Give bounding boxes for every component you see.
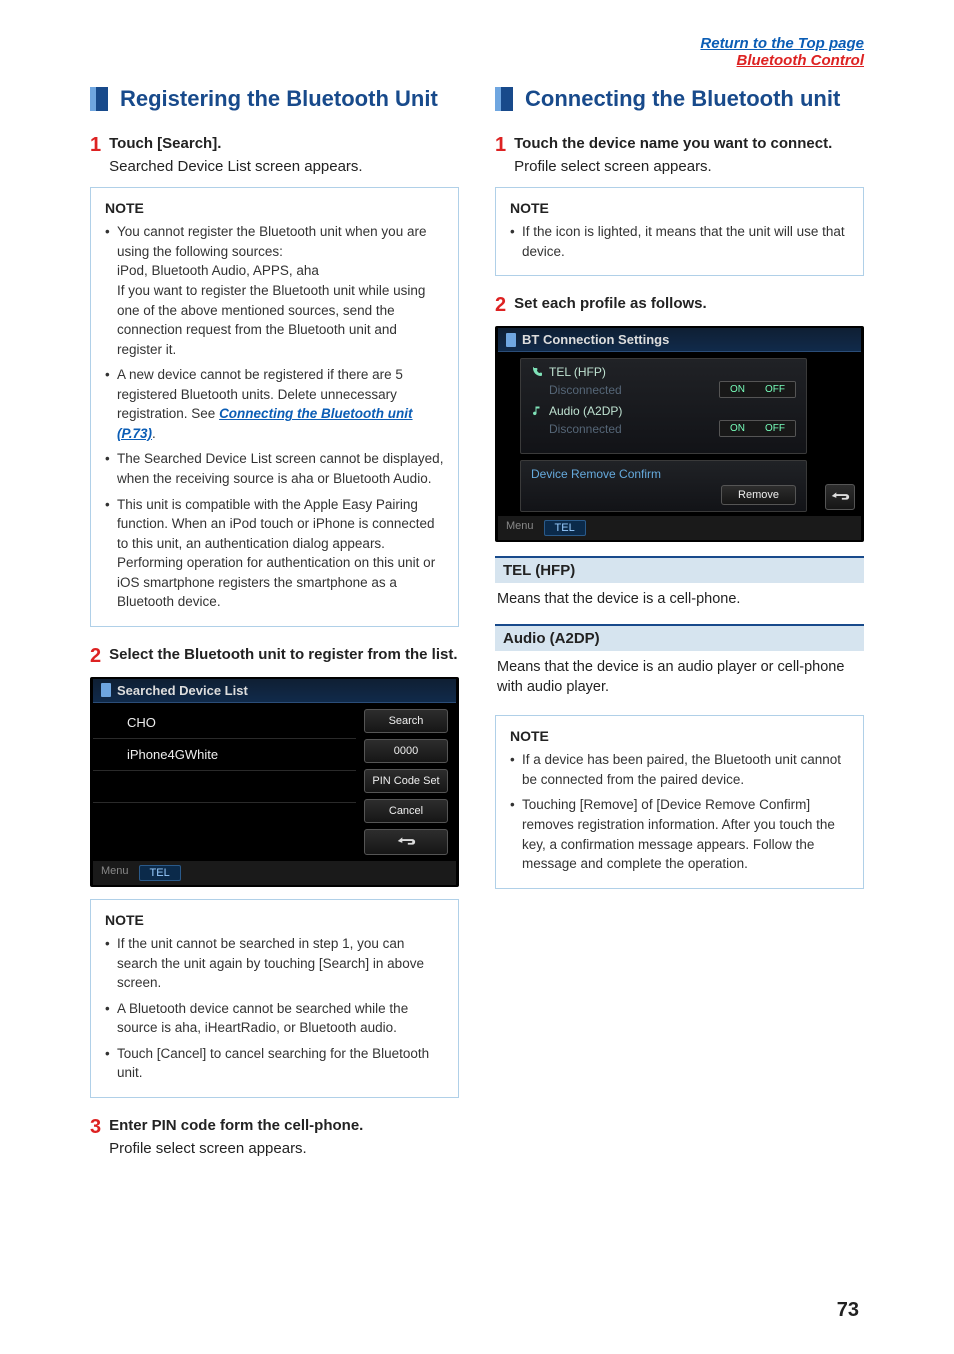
profile-panel: TEL (HFP) Disconnected ONOFF Audio (A2DP… bbox=[520, 358, 807, 454]
note-item: The Searched Device List screen cannot b… bbox=[105, 449, 444, 488]
audio-a2dp-header: Audio (A2DP) bbox=[495, 624, 864, 651]
pin-display: 0000 bbox=[364, 739, 448, 763]
device-row[interactable]: iPhone4GWhite bbox=[93, 739, 356, 771]
audio-profile-label: Audio (A2DP) bbox=[549, 404, 622, 418]
music-note-icon bbox=[531, 405, 543, 417]
note-title: NOTE bbox=[105, 200, 444, 216]
ui-title-bar: Searched Device List bbox=[93, 679, 456, 703]
audio-toggle[interactable]: ONOFF bbox=[719, 420, 796, 437]
remove-panel: Device Remove Confirm Remove bbox=[520, 460, 807, 512]
note-item: Touch [Cancel] to cancel searching for t… bbox=[105, 1044, 444, 1083]
search-button[interactable]: Search bbox=[364, 709, 448, 733]
step-number: 3 bbox=[90, 1116, 101, 1157]
device-remove-label: Device Remove Confirm bbox=[531, 467, 661, 481]
right-step-1: 1 Touch the device name you want to conn… bbox=[495, 134, 864, 175]
right-step-2: 2 Set each profile as follows. bbox=[495, 294, 864, 316]
breadcrumb[interactable]: Bluetooth Control bbox=[737, 52, 864, 69]
step-title: Enter PIN code form the cell-phone. bbox=[109, 1116, 459, 1136]
left-step-2: 2 Select the Bluetooth unit to register … bbox=[90, 645, 459, 667]
tel-toggle[interactable]: ONOFF bbox=[719, 381, 796, 398]
step-number: 2 bbox=[495, 294, 506, 316]
back-button[interactable] bbox=[825, 484, 855, 510]
searched-device-list-screenshot: Searched Device List CHO iPhone4GWhite S… bbox=[90, 677, 459, 887]
left-column: Registering the Bluetooth Unit 1 Touch [… bbox=[90, 86, 459, 1161]
left-step-3: 3 Enter PIN code form the cell-phone. Pr… bbox=[90, 1116, 459, 1157]
device-row[interactable] bbox=[93, 803, 356, 834]
audio-status: Disconnected bbox=[549, 422, 622, 436]
left-note-2: NOTE If the unit cannot be searched in s… bbox=[90, 899, 459, 1098]
note-title: NOTE bbox=[510, 200, 849, 216]
ui-title-bar: BT Connection Settings bbox=[498, 328, 861, 352]
section-title: Connecting the Bluetooth unit bbox=[525, 86, 840, 112]
page-number: 73 bbox=[837, 1299, 859, 1322]
tel-hfp-desc: Means that the device is a cell-phone. bbox=[495, 583, 864, 609]
note-item: You cannot register the Bluetooth unit w… bbox=[105, 222, 444, 359]
phone-icon bbox=[531, 366, 543, 378]
step-title: Touch the device name you want to connec… bbox=[514, 134, 864, 154]
section-header-registering: Registering the Bluetooth Unit bbox=[90, 86, 459, 112]
step-title: Select the Bluetooth unit to register fr… bbox=[109, 645, 459, 665]
left-step-1: 1 Touch [Search]. Searched Device List s… bbox=[90, 134, 459, 175]
note-item: A new device cannot be registered if the… bbox=[105, 365, 444, 443]
note-item: This unit is compatible with the Apple E… bbox=[105, 495, 444, 612]
tel-tab[interactable]: TEL bbox=[544, 520, 586, 536]
step-number: 2 bbox=[90, 645, 101, 667]
section-header-connecting: Connecting the Bluetooth unit bbox=[495, 86, 864, 112]
step-number: 1 bbox=[495, 134, 506, 175]
audio-a2dp-desc: Means that the device is an audio player… bbox=[495, 651, 864, 698]
step-subtitle: Searched Device List screen appears. bbox=[109, 158, 459, 175]
ui-chip-icon bbox=[506, 333, 516, 347]
right-column: Connecting the Bluetooth unit 1 Touch th… bbox=[495, 86, 864, 1161]
pin-code-set-button[interactable]: PIN Code Set bbox=[364, 769, 448, 793]
section-marker-icon bbox=[90, 87, 108, 111]
bt-connection-settings-screenshot: BT Connection Settings TEL (HFP) Disconn… bbox=[495, 326, 864, 542]
tel-status: Disconnected bbox=[549, 383, 622, 397]
tel-hfp-header: TEL (HFP) bbox=[495, 556, 864, 583]
note-title: NOTE bbox=[105, 912, 444, 928]
note-item: A Bluetooth device cannot be searched wh… bbox=[105, 999, 444, 1038]
note-item: If the unit cannot be searched in step 1… bbox=[105, 934, 444, 993]
device-row[interactable] bbox=[93, 771, 356, 803]
right-note-2: NOTE If a device has been paired, the Bl… bbox=[495, 715, 864, 888]
cancel-button[interactable]: Cancel bbox=[364, 799, 448, 823]
note-item: If a device has been paired, the Bluetoo… bbox=[510, 750, 849, 789]
step-subtitle: Profile select screen appears. bbox=[109, 1140, 459, 1157]
step-subtitle: Profile select screen appears. bbox=[514, 158, 864, 175]
ui-chip-icon bbox=[101, 683, 111, 697]
menu-button[interactable]: Menu bbox=[506, 520, 534, 536]
note-item: Touching [Remove] of [Device Remove Conf… bbox=[510, 795, 849, 873]
tel-tab[interactable]: TEL bbox=[139, 865, 181, 881]
section-marker-icon bbox=[495, 87, 513, 111]
step-number: 1 bbox=[90, 134, 101, 175]
left-note-1: NOTE You cannot register the Bluetooth u… bbox=[90, 187, 459, 627]
step-title: Set each profile as follows. bbox=[514, 294, 864, 314]
remove-button[interactable]: Remove bbox=[721, 485, 796, 505]
note-item: If the icon is lighted, it means that th… bbox=[510, 222, 849, 261]
note-title: NOTE bbox=[510, 728, 849, 744]
header-links: Return to the Top page Bluetooth Control bbox=[700, 35, 864, 69]
back-button[interactable] bbox=[364, 829, 448, 855]
section-title: Registering the Bluetooth Unit bbox=[120, 86, 438, 112]
right-note-1: NOTE If the icon is lighted, it means th… bbox=[495, 187, 864, 276]
step-title: Touch [Search]. bbox=[109, 134, 459, 154]
tel-profile-label: TEL (HFP) bbox=[549, 365, 606, 379]
device-row[interactable]: CHO bbox=[93, 707, 356, 739]
return-top-link[interactable]: Return to the Top page bbox=[700, 35, 864, 52]
menu-button[interactable]: Menu bbox=[101, 865, 129, 881]
